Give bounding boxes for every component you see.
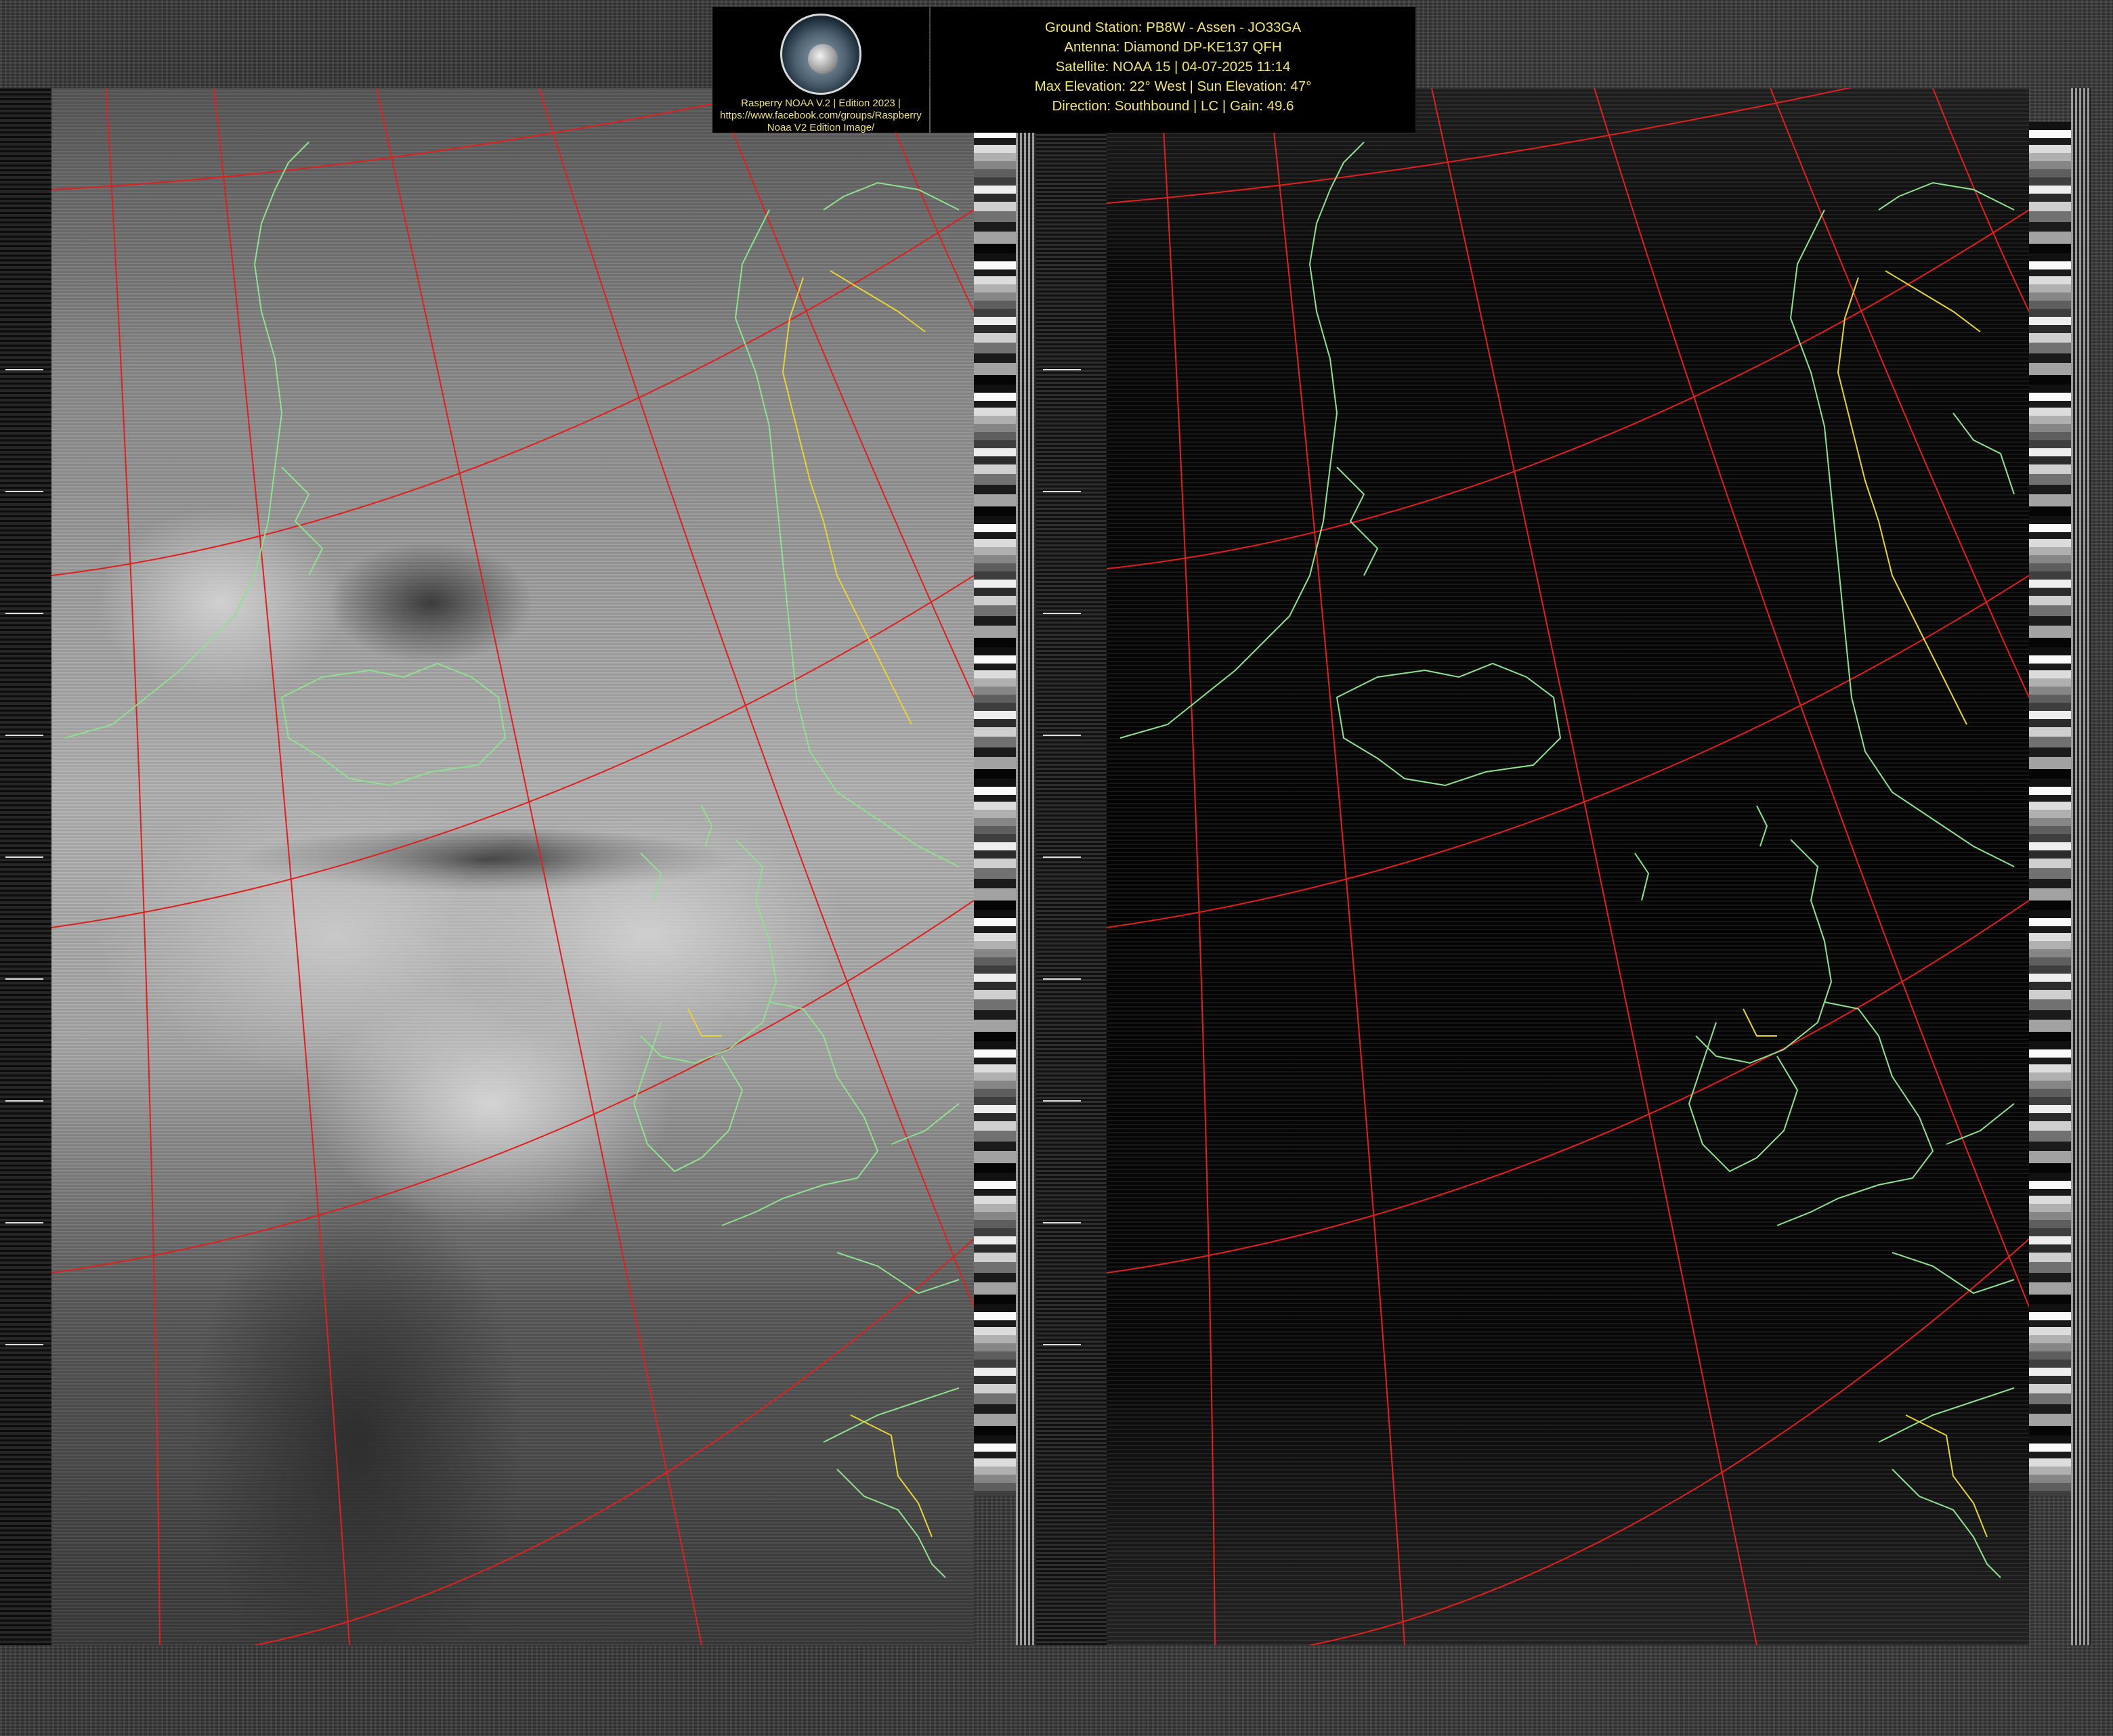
logo-caption-line2: https://www.facebook.com/groups/Raspberr…	[720, 110, 922, 121]
antenna-info: Antenna: Diamond DP-KE137 QFH	[1064, 39, 1282, 55]
minute-tick	[1043, 1100, 1081, 1102]
ground-station-info: Ground Station: PB8W - Assen - JO33GA	[1044, 20, 1302, 35]
channel-a-sync-strip	[1016, 88, 1036, 1645]
channel-a-map-overlay	[51, 88, 974, 1645]
channel-a-graticule	[51, 88, 974, 1645]
minute-tick	[5, 856, 43, 858]
channel-a-borders	[687, 270, 933, 1538]
channel-b-telemetry-strip	[2029, 122, 2071, 1496]
minute-tick	[5, 978, 43, 980]
channel-b-sync-strip	[2071, 88, 2091, 1645]
minute-tick	[1043, 1222, 1081, 1223]
channel-b-borders	[1743, 270, 1988, 1538]
minute-tick	[5, 613, 43, 614]
minute-tick	[1043, 735, 1081, 736]
minute-tick	[5, 1222, 43, 1223]
channel-a-telemetry-strip	[974, 122, 1016, 1496]
logo-caption-line3: Noaa V2 Edition Image/	[767, 122, 875, 133]
weather-satellites-logo	[780, 14, 861, 95]
minute-tick	[5, 1100, 43, 1102]
satellite-info: Satellite: NOAA 15 | 04-07-2025 11:14	[1055, 59, 1291, 74]
minute-tick	[1043, 856, 1081, 858]
middle-margin-noise	[1036, 88, 1107, 1645]
channel-b-graticule	[1107, 88, 2029, 1645]
elevation-info: Max Elevation: 22° West | Sun Elevation:…	[1034, 79, 1312, 94]
direction-info: Direction: Southbound | LC | Gain: 49.6	[1052, 98, 1294, 114]
pass-info-panel: Ground Station: PB8W - Assen - JO33GA An…	[931, 7, 1415, 133]
minute-tick	[5, 369, 43, 370]
minute-tick	[1043, 369, 1081, 370]
channel-b-map-overlay	[1107, 88, 2029, 1645]
logo-panel: Rasperry NOAA V.2 | Edition 2023 | https…	[712, 7, 929, 133]
minute-tick	[1043, 1344, 1081, 1345]
minute-tick	[5, 1344, 43, 1345]
minute-tick	[5, 491, 43, 492]
minute-tick	[1043, 613, 1081, 614]
minute-tick	[5, 735, 43, 736]
minute-tick	[1043, 491, 1081, 492]
logo-caption: Rasperry NOAA V.2 | Edition 2023 | https…	[712, 97, 929, 134]
channel-b-infrared-image	[1107, 88, 2029, 1645]
minute-tick	[1043, 978, 1081, 980]
logo-caption-line1: Rasperry NOAA V.2 | Edition 2023 |	[741, 97, 901, 109]
left-margin-noise	[0, 88, 51, 1645]
satellite-dish-icon	[808, 44, 838, 74]
channel-a-visible-image	[51, 88, 974, 1645]
